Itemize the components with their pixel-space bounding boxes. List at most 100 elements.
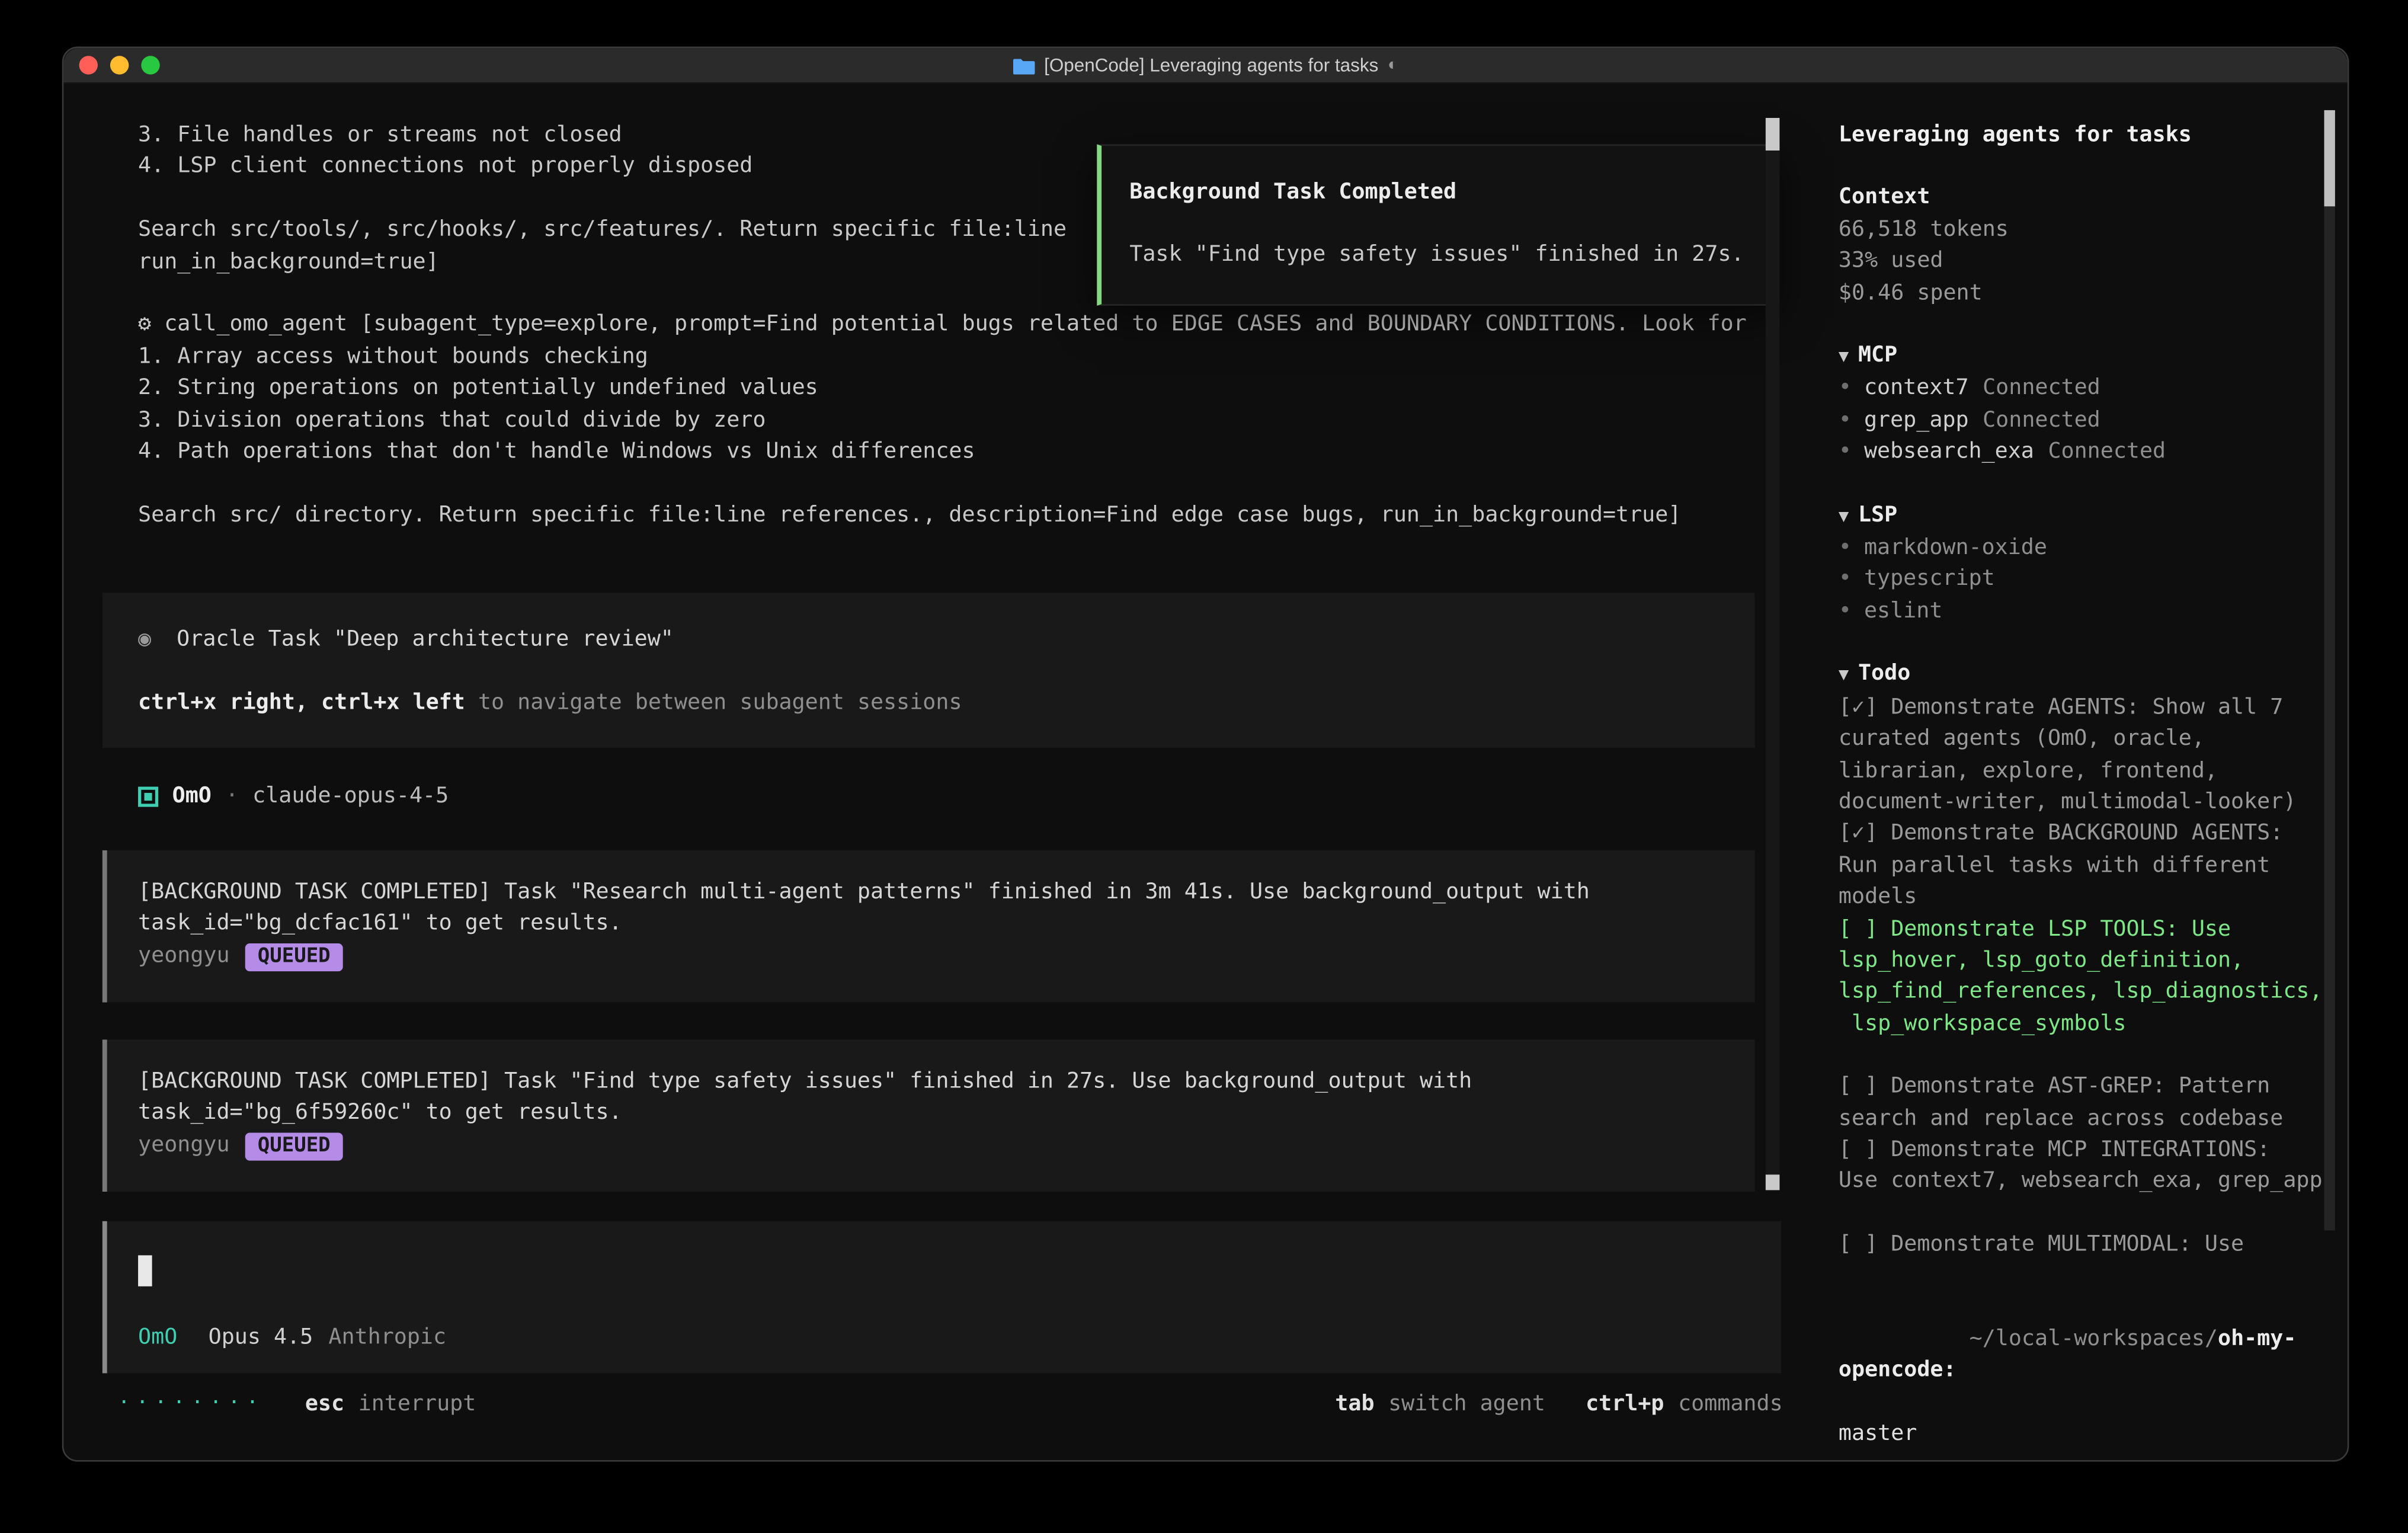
message-author: yeongyu: [138, 943, 230, 968]
mcp-item: • grep_app Connected: [1839, 405, 2332, 436]
message-text: [BACKGROUND TASK COMPLETED] Task "Resear…: [138, 876, 1724, 940]
traffic-lights: [79, 56, 160, 74]
lsp-item: • typescript: [1839, 564, 2332, 596]
chevron-down-icon: ▼: [1839, 505, 1849, 526]
mcp-status: Connected: [1983, 408, 2100, 433]
message-author: yeongyu: [138, 1132, 230, 1157]
bullet-icon: •: [1839, 567, 1852, 592]
notification-toast[interactable]: Background Task Completed Task "Find typ…: [1097, 145, 1779, 306]
input-provider-label: Anthropic: [328, 1324, 446, 1349]
todo-item-pending: [ ] Demonstrate MCP INTEGRATIONS: Use co…: [1839, 1134, 2332, 1198]
opencode-window: [OpenCode] Leveraging agents for tasks ◐…: [62, 47, 2349, 1462]
message-footer: yeongyu QUEUED: [138, 940, 1724, 971]
lsp-name: typescript: [1864, 567, 1995, 592]
context-header: Context: [1839, 182, 2332, 213]
message-block: [BACKGROUND TASK COMPLETED] Task "Resear…: [103, 850, 1755, 1003]
workspace-branch: master: [1839, 1418, 2332, 1449]
oracle-task-panel: ◉ Oracle Task "Deep architecture review"…: [103, 593, 1755, 748]
session-title: Leveraging agents for tasks: [1839, 120, 2332, 151]
bullet-icon: •: [1839, 408, 1852, 433]
prompt-input[interactable]: OmO Opus 4.5 Anthropic: [103, 1221, 1781, 1374]
mcp-item: • websearch_exa Connected: [1839, 436, 2332, 468]
status-badge: QUEUED: [245, 1132, 343, 1160]
ctrlp-key-hint: ctrl+p: [1586, 1389, 1664, 1420]
tab-key-hint: tab: [1335, 1389, 1374, 1420]
window-body: 3. File handles or streams not closed 4.…: [63, 82, 2347, 1460]
status-badge: QUEUED: [245, 943, 343, 971]
window-title: [OpenCode] Leveraging agents for tasks: [1044, 55, 1378, 76]
mcp-status: Connected: [2048, 440, 2166, 465]
oracle-keys-row: ctrl+x right, ctrl+x left to navigate be…: [138, 687, 1754, 718]
keybinding-text: ctrl+x right, ctrl+x left: [138, 690, 465, 715]
status-bar: ········ esc interrupt tab switch agent …: [118, 1389, 1783, 1420]
status-left: ········ esc interrupt: [118, 1389, 476, 1420]
agent-session-header: OmO · claude-opus-4-5: [138, 780, 449, 812]
main-scrollbar-track[interactable]: [1766, 118, 1780, 1190]
text-cursor: [138, 1255, 152, 1286]
sidebar-scrollbar-thumb[interactable]: [2324, 110, 2335, 206]
agent-model: claude-opus-4-5: [252, 780, 449, 812]
workspace-path: ~/local-workspaces/: [1970, 1326, 2218, 1351]
lsp-item: • markdown-oxide: [1839, 532, 2332, 564]
section-mcp-header[interactable]: ▼ MCP: [1839, 340, 2332, 373]
minimize-button[interactable]: [110, 56, 129, 74]
sidebar: Leveraging agents for tasks Context 66,5…: [1814, 82, 2348, 1460]
screen: [OpenCode] Leveraging agents for tasks ◐…: [0, 0, 2408, 1533]
message-footer: yeongyu QUEUED: [138, 1129, 1724, 1161]
message-block: [BACKGROUND TASK COMPLETED] Task "Find t…: [103, 1039, 1755, 1192]
loading-icon: ◐: [1388, 56, 1398, 74]
esc-key-hint: esc: [305, 1389, 344, 1420]
mcp-status: Connected: [1983, 376, 2100, 401]
context-used: 33% used: [1839, 245, 2332, 277]
mcp-name: websearch_exa: [1864, 440, 2034, 465]
lsp-name: markdown-oxide: [1864, 536, 2047, 561]
lsp-item: • eslint: [1839, 596, 2332, 627]
message-text: [BACKGROUND TASK COMPLETED] Task "Find t…: [138, 1066, 1724, 1129]
mcp-item: •context7Connected: [1839, 373, 2332, 405]
toast-body: Task "Find type safety issues" finished …: [1129, 239, 1750, 271]
context-tokens: 66,518 tokens: [1839, 214, 2332, 245]
input-model-label: Opus 4.5: [209, 1324, 313, 1349]
zoom-button[interactable]: [141, 56, 159, 74]
chevron-down-icon: ▼: [1839, 664, 1849, 684]
spinner-dots-icon: ········: [118, 1389, 265, 1420]
main-scrollbar-thumb-top[interactable]: [1766, 118, 1780, 151]
chevron-down-icon: ▼: [1839, 346, 1849, 366]
workspace-path-line: ~/local-workspaces/oh-my-opencode:: [1839, 1291, 2332, 1418]
oracle-task-row: ◉ Oracle Task "Deep architecture review": [138, 624, 1754, 655]
todo-item-done: [✓] Demonstrate AGENTS: Show all 7 curat…: [1839, 692, 2332, 818]
section-lsp-header[interactable]: ▼ LSP: [1839, 499, 2332, 532]
mcp-name: context7: [1864, 376, 1969, 401]
bullet-icon: •: [1839, 536, 1852, 561]
tab-key-desc: switch agent: [1388, 1389, 1545, 1420]
bullet-icon: •: [1839, 440, 1852, 465]
keybinding-desc: to navigate between subagent sessions: [478, 690, 962, 715]
lsp-header-label: LSP: [1858, 502, 1897, 527]
todo-item-active: [ ] Demonstrate LSP TOOLS: Use lsp_hover…: [1839, 913, 2332, 1040]
folder-icon: [1013, 57, 1035, 74]
separator-dot: ·: [225, 780, 238, 812]
todo-header-label: Todo: [1858, 661, 1910, 686]
titlebar: [OpenCode] Leveraging agents for tasks ◐: [63, 48, 2347, 84]
toast-title: Background Task Completed: [1129, 177, 1750, 209]
sidebar-scrollbar-track[interactable]: [2324, 110, 2335, 1231]
section-todo-header[interactable]: ▼ Todo: [1839, 658, 2332, 692]
esc-key-desc: interrupt: [358, 1389, 476, 1420]
context-spent: $0.46 spent: [1839, 277, 2332, 309]
bullet-icon: •: [1839, 599, 1852, 623]
mcp-header-label: MCP: [1858, 343, 1897, 368]
status-right: tab switch agent ctrl+p commands: [1335, 1389, 1782, 1420]
input-footer: OmO Opus 4.5 Anthropic: [138, 1321, 446, 1353]
todo-item-pending: [ ] Demonstrate AST-GREP: Pattern search…: [1839, 1071, 2332, 1134]
agent-square-icon: [138, 786, 158, 806]
oracle-task-title: Oracle Task "Deep architecture review": [177, 627, 674, 652]
mcp-name: grep_app: [1864, 408, 1969, 433]
window-title-group: [OpenCode] Leveraging agents for tasks ◐: [1013, 55, 1398, 76]
agent-name: OmO: [172, 780, 212, 812]
record-icon: ◉: [138, 627, 151, 652]
input-agent-label: OmO: [138, 1324, 177, 1349]
todo-item-pending: [ ] Demonstrate MULTIMODAL: Use: [1839, 1228, 2332, 1260]
lsp-name: eslint: [1864, 599, 1942, 623]
close-button[interactable]: [79, 56, 98, 74]
main-scrollbar-thumb-bottom[interactable]: [1766, 1174, 1780, 1190]
